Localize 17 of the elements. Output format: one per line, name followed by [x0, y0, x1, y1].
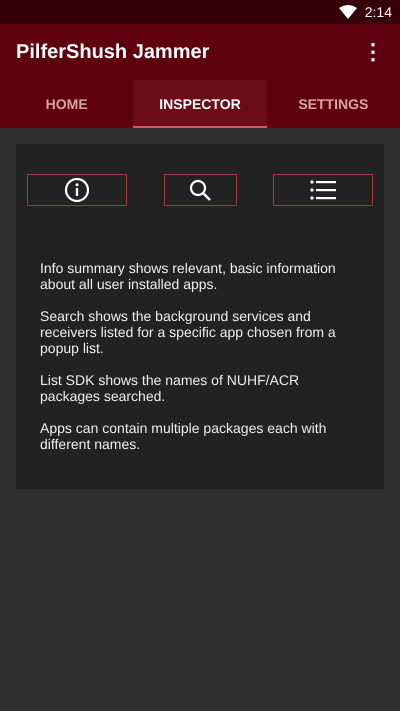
status-time: 2:14 [364, 4, 392, 20]
search-icon [188, 178, 212, 202]
description-text: List SDK shows the names of NUHF/ACR packages searched. [40, 372, 300, 404]
description-text: Info summary shows relevant, basic information about all user installed apps. [40, 260, 337, 292]
overflow-menu-button[interactable]: ⋮ [358, 39, 388, 65]
tab[interactable]: SETTINGS [266, 80, 400, 128]
description-text: Search shows the background services and receivers listed for a specific app chosen from a popup list. [40, 308, 337, 356]
list-icon [310, 180, 336, 200]
info-button[interactable] [27, 174, 127, 206]
tab[interactable]: INSPECTOR [133, 80, 267, 128]
app-title: PilferShush Jammer [16, 40, 210, 64]
search-button[interactable] [164, 174, 236, 206]
tab[interactable]: HOME [0, 80, 134, 128]
list-button[interactable] [273, 174, 373, 206]
description-text: Apps can contain multiple packages each with different names. [40, 420, 328, 452]
wifi-icon [338, 5, 357, 19]
info-icon [64, 177, 90, 203]
